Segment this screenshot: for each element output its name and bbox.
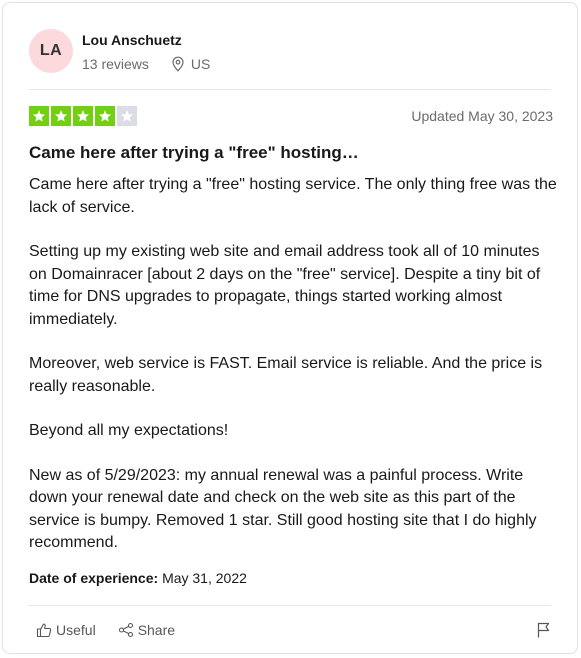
thumbs-up-icon [36, 623, 52, 638]
experience-label: Date of experience: [29, 570, 159, 586]
divider [29, 89, 551, 90]
star-icon [117, 106, 137, 126]
map-pin-icon [172, 56, 184, 72]
flag-icon[interactable] [535, 621, 553, 639]
review-count: 13 reviews [82, 55, 149, 72]
reviewer-info: Lou Anschuetz 13 reviews US [82, 31, 210, 72]
reviewer-name[interactable]: Lou Anschuetz [82, 31, 210, 49]
divider [29, 605, 551, 606]
review-paragraph: Setting up my existing web site and emai… [29, 243, 541, 328]
review-paragraph: Moreover, web service is FAST. Email ser… [29, 355, 543, 395]
star-icon [95, 106, 115, 126]
date-of-experience: Date of experience: May 31, 2022 [29, 570, 247, 586]
review-paragraph: New as of 5/29/2023: my annual renewal w… [29, 466, 537, 552]
star-icon [29, 106, 49, 126]
review-actions: Useful Share [36, 622, 175, 638]
review-paragraph: Beyond all my expectations! [29, 422, 229, 439]
star-icon [73, 106, 93, 126]
reviewer-meta: 13 reviews US [82, 56, 210, 72]
reviewer-country: US [190, 55, 211, 72]
experience-date: May 31, 2022 [162, 570, 247, 586]
review-card: LA Lou Anschuetz 13 reviews US Updated M… [2, 2, 578, 654]
updated-date: Updated May 30, 2023 [411, 108, 553, 124]
review-paragraph: Came here after trying a "free" hosting … [29, 176, 557, 216]
share-icon [118, 622, 133, 638]
useful-button[interactable]: Useful [36, 622, 96, 638]
star-rating [29, 106, 137, 126]
useful-label: Useful [56, 622, 96, 638]
share-label: Share [137, 622, 176, 638]
avatar[interactable]: LA [29, 29, 73, 73]
reviewer-header[interactable]: LA Lou Anschuetz 13 reviews US [29, 27, 210, 75]
review-title[interactable]: Came here after trying a "free" hosting… [29, 142, 359, 164]
star-icon [51, 106, 71, 126]
review-body: Came here after trying a "free" hosting … [29, 174, 559, 555]
share-button[interactable]: Share [118, 622, 175, 638]
